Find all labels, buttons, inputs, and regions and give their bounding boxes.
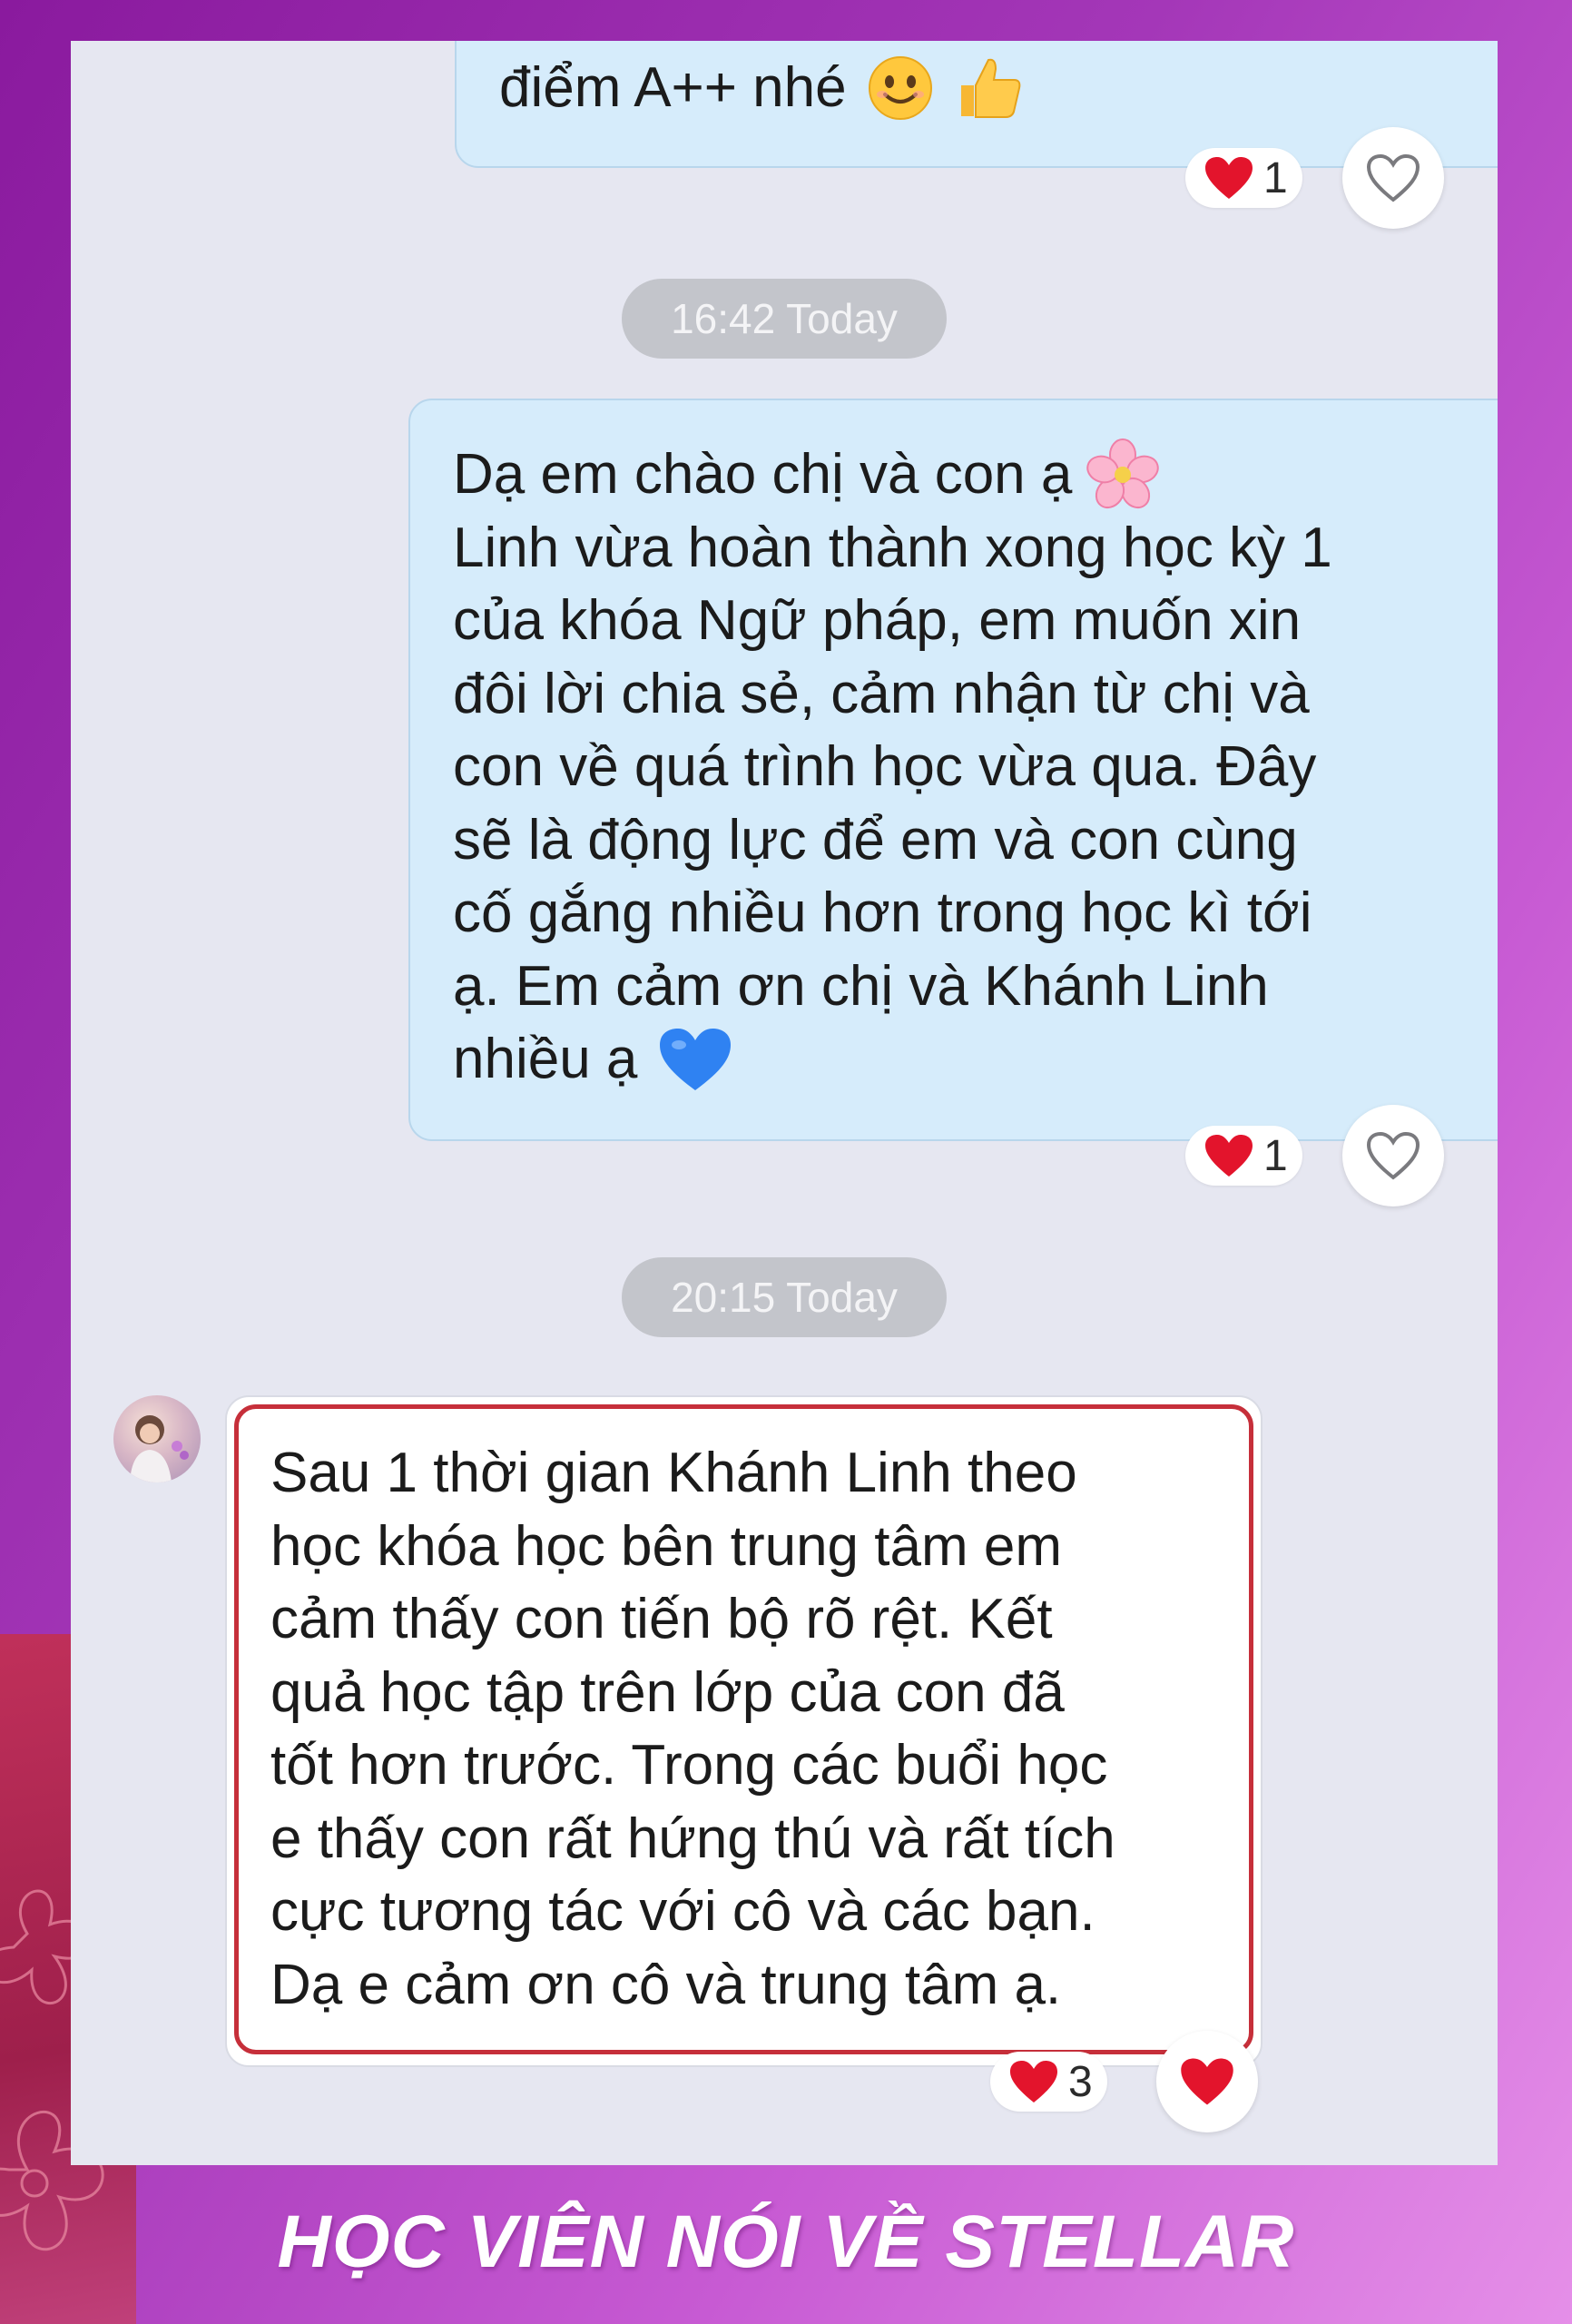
react-button[interactable] [1342,127,1444,229]
thumbs-up-emoji-icon [960,58,1021,119]
sender-avatar[interactable] [113,1395,201,1482]
reaction-summary[interactable]: 1 [1185,1126,1302,1186]
message-bubble-outgoing-2: Dạ em chào chị và con ạ Linh vừa hoàn th… [408,399,1498,1141]
red-heart-icon [1181,2058,1233,2105]
red-heart-icon [1205,157,1253,199]
timestamp-separator: 20:15 Today [622,1257,947,1337]
message-text-line-1: Dạ em chào chị và con ạ [453,443,1073,506]
reaction-summary[interactable]: 3 [990,2052,1107,2112]
red-heart-icon [1010,2061,1057,2102]
cherry-blossom-emoji-icon [1086,438,1160,509]
reaction-count: 1 [1263,1131,1288,1180]
reaction-summary[interactable]: 1 [1185,148,1302,208]
react-button-active[interactable] [1156,2031,1258,2132]
message-bubble-outgoing-1: điểm A++ nhé [455,41,1498,168]
react-button[interactable] [1342,1105,1444,1206]
reaction-count: 3 [1068,2057,1093,2106]
message-text-last-line: nhiều ạ [453,1028,638,1090]
red-heart-icon [1205,1135,1253,1177]
message-text: Sau 1 thời gian Khánh Linh theo học khóa… [270,1442,1115,2016]
message-text: điểm A++ nhé [499,56,847,119]
reaction-count: 1 [1263,153,1288,202]
message-text-body: Linh vừa hoàn thành xong học kỳ 1 của kh… [453,516,1332,1018]
heart-outline-icon [1366,1131,1420,1180]
chat-screenshot: điểm A++ nhé 1 16:42 Today Dạ em chào ch… [71,41,1498,2165]
blue-heart-emoji-icon [660,1029,732,1091]
footer-title: HỌC VIÊN NÓI VỀ STELLAR [277,2201,1295,2283]
message-bubble-incoming: Sau 1 thời gian Khánh Linh theo học khóa… [225,1395,1263,2067]
timestamp-separator: 16:42 Today [622,279,947,359]
smiling-face-emoji-icon [868,56,932,121]
heart-outline-icon [1366,153,1420,202]
avatar-photo-icon [130,1415,189,1482]
